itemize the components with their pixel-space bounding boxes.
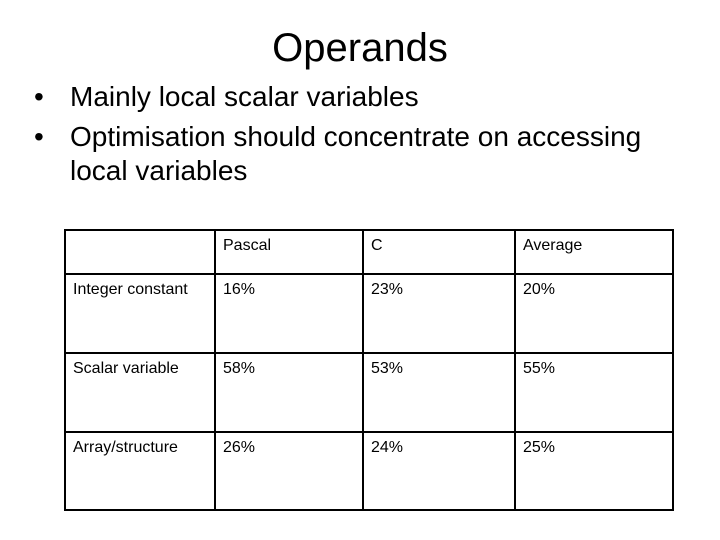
operands-table: Pascal C Average Integer constant 16% 23… — [64, 229, 674, 511]
bullet-item: • Optimisation should concentrate on acc… — [34, 120, 694, 188]
header-cell-c: C — [362, 229, 516, 275]
cell-c: 23% — [362, 273, 516, 354]
table-header-row: Pascal C Average — [64, 229, 674, 275]
header-cell-empty — [64, 229, 216, 275]
cell-pascal: 26% — [214, 431, 364, 511]
bullet-icon: • — [34, 121, 44, 152]
cell-c: 53% — [362, 352, 516, 433]
row-label: Integer constant — [64, 273, 216, 354]
table-row: Scalar variable 58% 53% 55% — [64, 352, 674, 433]
bullet-list: • Mainly local scalar variables • Optimi… — [34, 80, 694, 188]
row-label: Scalar variable — [64, 352, 216, 433]
row-label: Array/structure — [64, 431, 216, 511]
cell-average: 20% — [514, 273, 674, 354]
cell-average: 55% — [514, 352, 674, 433]
table-row: Integer constant 16% 23% 20% — [64, 273, 674, 354]
cell-pascal: 58% — [214, 352, 364, 433]
bullet-text: Optimisation should concentrate on acces… — [70, 121, 642, 186]
header-cell-pascal: Pascal — [214, 229, 364, 275]
bullet-icon: • — [34, 81, 44, 112]
table-row: Array/structure 26% 24% 25% — [64, 431, 674, 511]
bullet-text: Mainly local scalar variables — [70, 81, 419, 112]
bullet-item: • Mainly local scalar variables — [34, 80, 694, 114]
cell-c: 24% — [362, 431, 516, 511]
header-cell-average: Average — [514, 229, 674, 275]
cell-pascal: 16% — [214, 273, 364, 354]
cell-average: 25% — [514, 431, 674, 511]
slide-title: Operands — [272, 26, 448, 70]
